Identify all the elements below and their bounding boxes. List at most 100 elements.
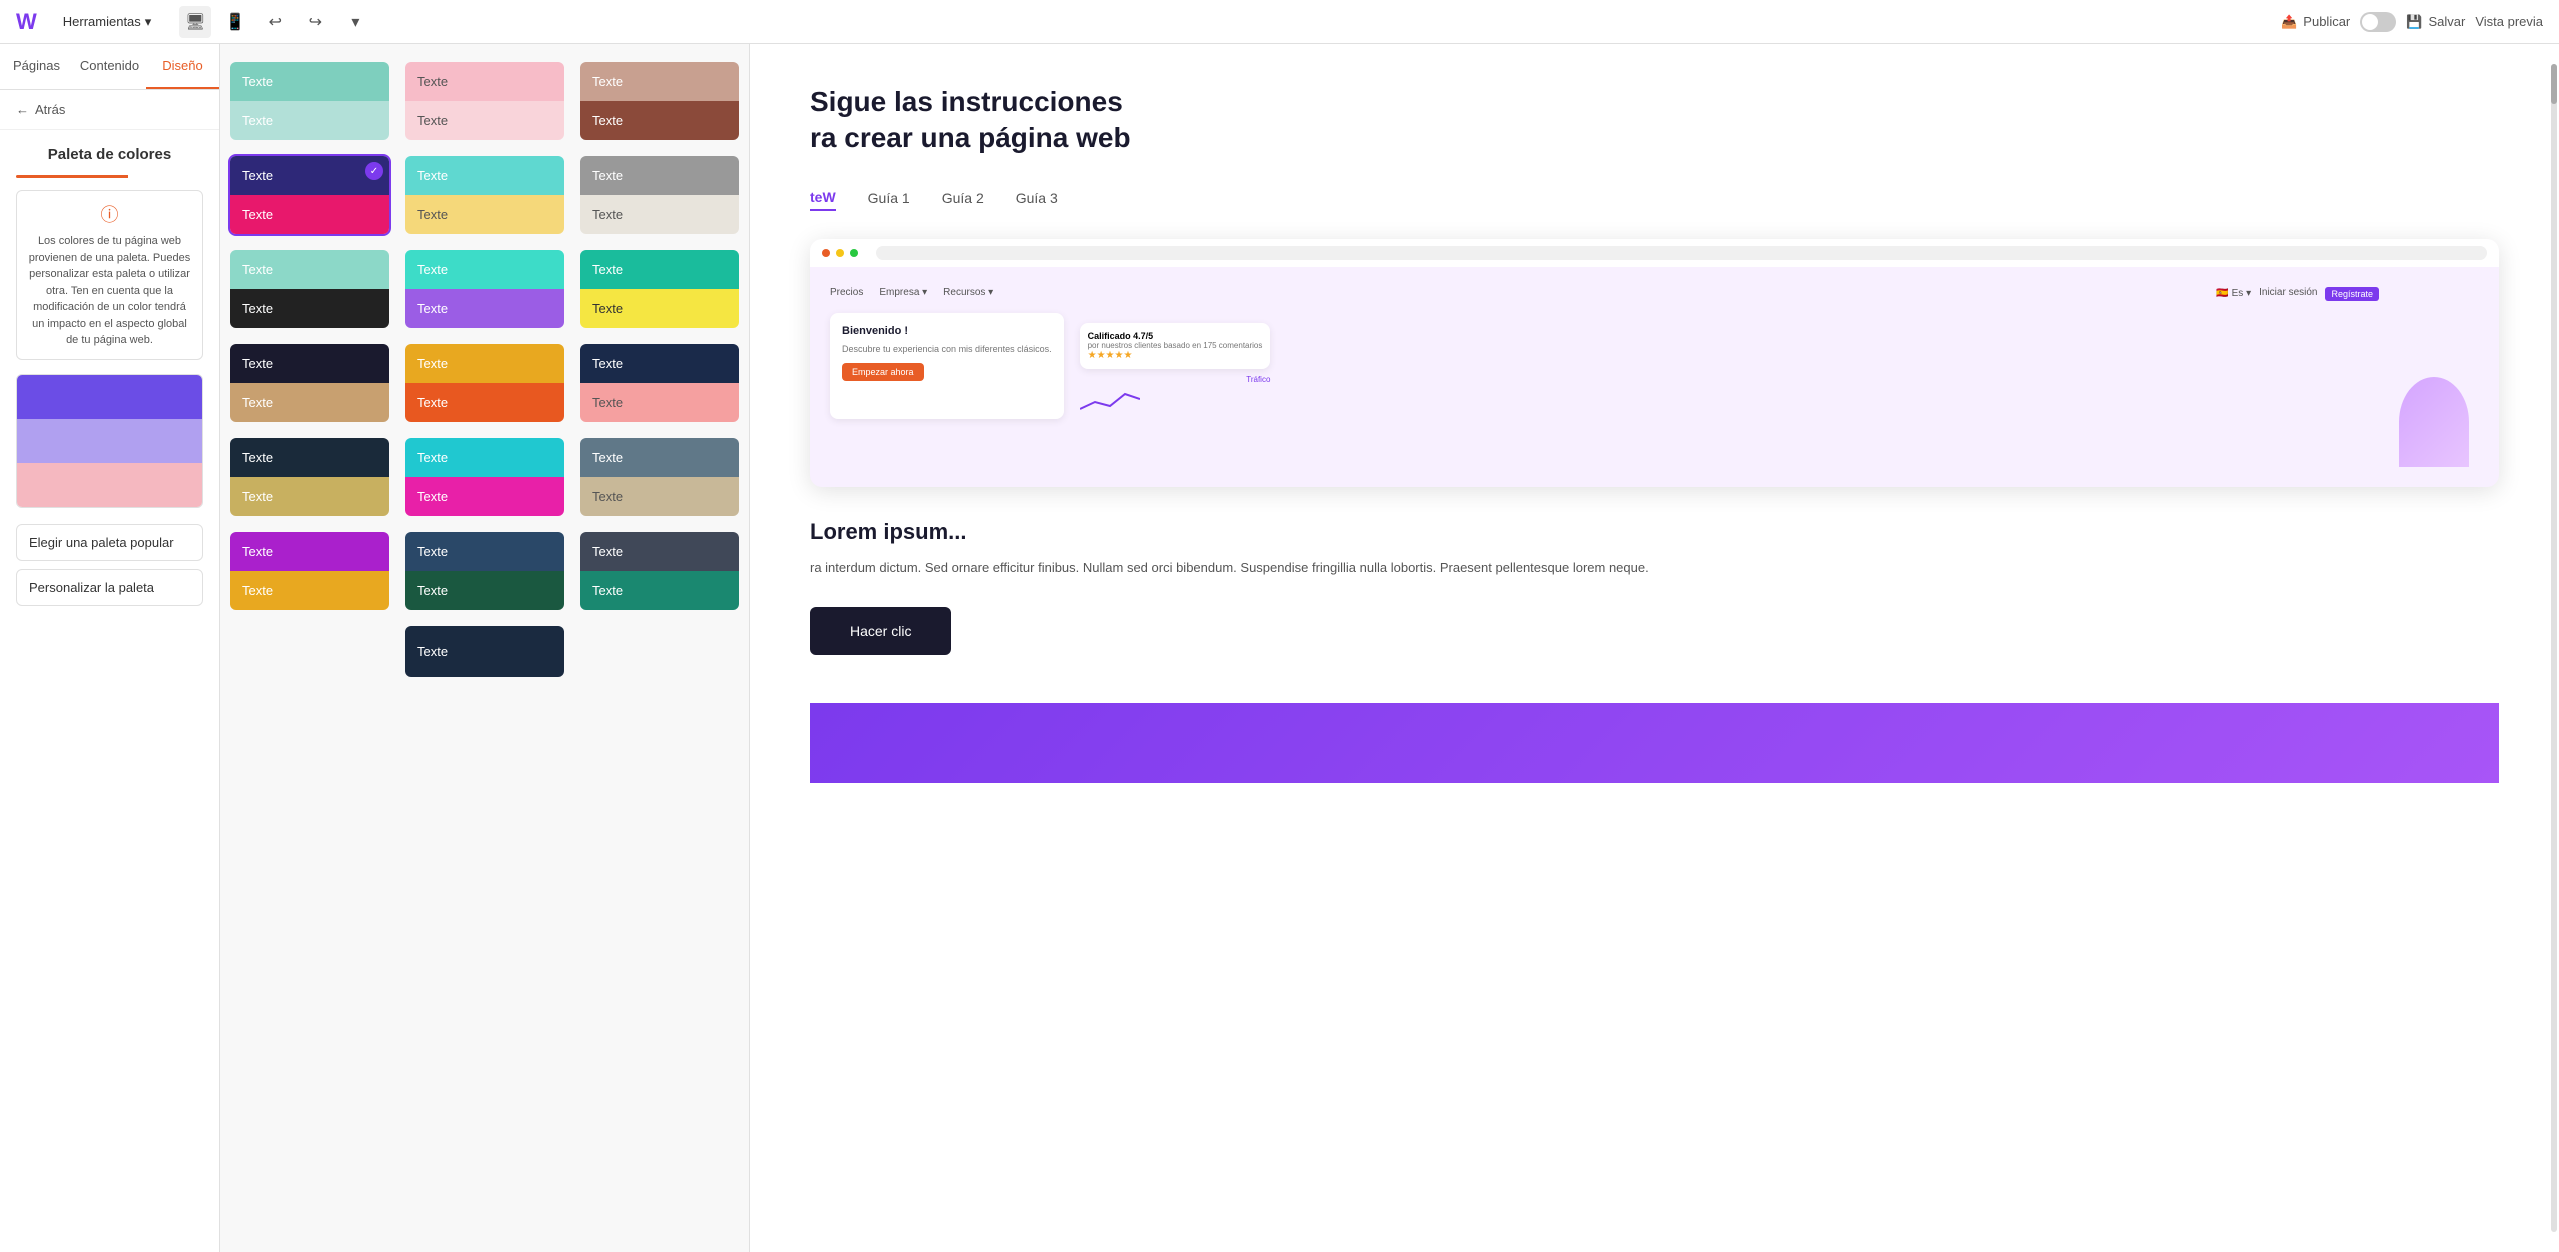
palette-card-18[interactable]: Texte Texte [578,530,741,612]
card-13-top: Texte [230,438,389,477]
card-15-bottom: Texte [580,477,739,516]
save-button[interactable]: 💾 Salvar [2406,14,2465,30]
tab-diseno[interactable]: Diseño [146,44,219,89]
card-10-bottom: Texte [230,383,389,422]
lorem-text: ra interdum dictum. Sed ornare efficitur… [810,557,2499,579]
person-avatar [2399,377,2469,467]
nav-item-guia2[interactable]: Guía 2 [942,186,984,210]
tab-paginas[interactable]: Páginas [0,44,73,89]
palette-card-19[interactable]: Texte [403,624,566,679]
card-10-top: Texte [230,344,389,383]
left-sidebar: Páginas Contenido Diseño ← Atrás Paleta … [0,44,220,1252]
choose-popular-btn[interactable]: Elegir una paleta popular [16,524,203,561]
tab-contenido[interactable]: Contenido [73,44,146,89]
card-3-bottom: Texte [580,101,739,140]
palette-card-13[interactable]: Texte Texte [228,436,391,518]
palette-card-8[interactable]: Texte Texte [403,248,566,330]
palette-card-11[interactable]: Texte Texte [403,342,566,424]
palette-card-1[interactable]: Texte Texte [228,60,391,142]
more-btn[interactable]: ▾ [339,6,371,38]
info-box: ⓘ Los colores de tu página web provienen… [16,190,203,360]
browser-nav: Precios Empresa ▾ Recursos ▾ 🇪🇸 Es ▾ Ini… [830,287,2379,301]
browser-main: Precios Empresa ▾ Recursos ▾ 🇪🇸 Es ▾ Ini… [830,287,2379,419]
card-18-bottom: Texte [580,571,739,610]
palette-card-17[interactable]: Texte Texte [403,530,566,612]
undo-btn[interactable]: ↩ [259,6,291,38]
palette-card-4[interactable]: Texte Texte ✓ [228,154,391,236]
card-2-bottom: Texte [405,101,564,140]
card-btn[interactable]: Empezar ahora [842,363,924,381]
publish-button[interactable]: 📤 Publicar [2281,14,2350,30]
preview-heading: Sigue las instruccionesra crear una pági… [810,84,2499,157]
scrollbar-thumb [2551,64,2557,104]
palette-card-9[interactable]: Texte Texte [578,248,741,330]
scrollbar-y[interactable] [2551,64,2557,1232]
card-16-bottom: Texte [230,571,389,610]
card-8-bottom: Texte [405,289,564,328]
palette-grid-panel: Texte Texte Texte Texte Texte Texte Text… [220,44,750,1252]
preview-button[interactable]: Vista previa [2475,14,2543,29]
traffic-chart [1080,384,1140,414]
swatch-1 [17,375,202,419]
preview-scroll[interactable]: Sigue las instruccionesra crear una pági… [750,44,2559,1252]
back-arrow-icon: ← [16,102,29,117]
card-9-bottom: Texte [580,289,739,328]
card-11-bottom: Texte [405,383,564,422]
preview-nav: teW Guía 1 Guía 2 Guía 3 [810,185,2499,211]
mobile-view-btn[interactable]: 📱 [219,6,251,38]
mini-browser: Precios Empresa ▾ Recursos ▾ 🇪🇸 Es ▾ Ini… [810,239,2499,487]
herramientas-menu[interactable]: Herramientas ▾ [55,10,160,34]
nav-precios: Precios [830,287,863,301]
palette-card-10[interactable]: Texte Texte [228,342,391,424]
nav-recursos: Recursos ▾ [943,287,993,301]
info-text: Los colores de tu página web provienen d… [27,233,192,349]
current-palette-preview [16,374,203,508]
lorem-section: Lorem ipsum... ra interdum dictum. Sed o… [810,519,2499,579]
palette-card-3[interactable]: Texte Texte [578,60,741,142]
palette-preview-swatch [16,374,203,508]
nav-item-tew[interactable]: teW [810,185,836,211]
dot-max [850,249,858,257]
card-13-bottom: Texte [230,477,389,516]
main-layout: Páginas Contenido Diseño ← Atrás Paleta … [0,44,2559,1252]
palette-card-14[interactable]: Texte Texte [403,436,566,518]
rating-sub: por nuestros clientes basado en 175 come… [1088,341,1263,350]
back-link[interactable]: ← Atrás [0,90,219,130]
hacer-clic-btn[interactable]: Hacer clic [810,607,951,655]
palette-card-5[interactable]: Texte Texte [403,154,566,236]
palette-card-6[interactable]: Texte Texte [578,154,741,236]
save-icon: 💾 [2406,14,2422,30]
palette-card-7[interactable]: Texte Texte [228,248,391,330]
desktop-view-btn[interactable]: 🖥 [179,6,211,38]
customize-palette-btn[interactable]: Personalizar la paleta [16,569,203,606]
publish-toggle[interactable] [2360,12,2396,32]
card-4-bottom: Texte [230,195,389,234]
browser-sidebar: Calificado 4.7/5 por nuestros clientes b… [1080,313,1271,419]
redo-btn[interactable]: ↪ [299,6,331,38]
palette-card-2[interactable]: Texte Texte [403,60,566,142]
nav-item-guia1[interactable]: Guía 1 [868,186,910,210]
nav-register: Regístrate [2325,287,2379,301]
card-2-top: Texte [405,62,564,101]
nav-lang: 🇪🇸 Es ▾ [2216,287,2251,301]
nav-item-guia3[interactable]: Guía 3 [1016,186,1058,210]
topbar: W Herramientas ▾ 🖥 📱 ↩ ↪ ▾ 📤 Publicar 💾 … [0,0,2559,44]
palette-card-12[interactable]: Texte Texte [578,342,741,424]
card-5-bottom: Texte [405,195,564,234]
chevron-down-icon: ▾ [145,14,152,30]
dot-min [836,249,844,257]
rating-stars: ★★★★★ [1088,350,1263,361]
card-1-top: Texte [230,62,389,101]
selected-checkmark: ✓ [365,162,383,180]
card-15-top: Texte [580,438,739,477]
publish-icon: 📤 [2281,14,2297,30]
card-17-bottom: Texte [405,571,564,610]
welcome-card: Bienvenido ! Descubre tu experiencia con… [830,313,1064,419]
card-8-top: Texte [405,250,564,289]
topbar-right: 📤 Publicar 💾 Salvar Vista previa [2281,12,2543,32]
info-icon: ⓘ [27,201,192,227]
card-12-top: Texte [580,344,739,383]
palette-card-16[interactable]: Texte Texte [228,530,391,612]
palette-card-15[interactable]: Texte Texte [578,436,741,518]
card-18-top: Texte [580,532,739,571]
